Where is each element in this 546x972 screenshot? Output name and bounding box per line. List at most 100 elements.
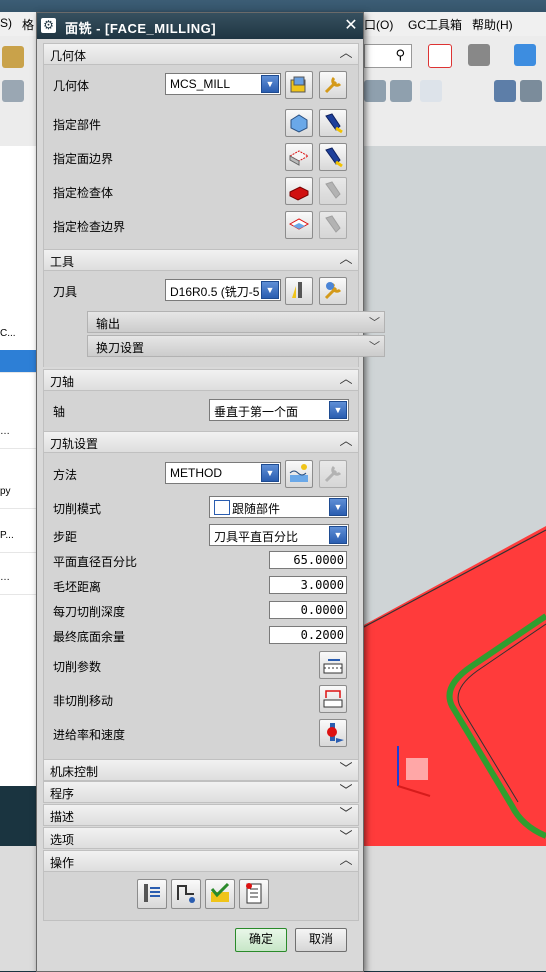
scissors-icon[interactable] [2, 46, 24, 68]
cancel-button[interactable]: 取消 [295, 928, 347, 952]
geometry-select[interactable]: MCS_MILL ▼ [165, 73, 281, 95]
section-actions[interactable]: 操作 ︿ [43, 850, 359, 872]
cube-icon[interactable] [514, 44, 536, 66]
close-icon[interactable]: ✕ [341, 16, 361, 36]
method-value: METHOD [170, 466, 222, 480]
specify-part-label: 指定部件 [53, 118, 102, 132]
display-check-body-button[interactable] [319, 177, 347, 205]
menu-item[interactable]: 格 [22, 16, 34, 33]
flashlight-icon [325, 215, 341, 233]
new-geometry-button[interactable] [285, 71, 313, 99]
view-shade-icon[interactable] [468, 44, 490, 66]
section-geometry[interactable]: 几何体 ︿ [43, 43, 359, 65]
chevron-down-icon[interactable]: ▼ [329, 526, 347, 544]
menu-item[interactable]: 口(O) [364, 16, 393, 33]
flat-diameter-input[interactable]: 65.0000 [269, 551, 347, 569]
flashlight-icon [325, 181, 341, 199]
axis-select[interactable]: 垂直于第一个面 ▼ [209, 399, 349, 421]
chevron-up-icon[interactable]: ︿ [338, 251, 354, 267]
display-check-boundary-button[interactable] [319, 211, 347, 239]
chevron-up-icon[interactable]: ︿ [338, 433, 354, 449]
section-machine-control[interactable]: 机床控制 ﹀ [43, 759, 359, 781]
chevron-down-icon[interactable]: ﹀ [369, 338, 380, 354]
blank-distance-input[interactable]: 3.0000 [269, 576, 347, 594]
tool-icon[interactable] [364, 80, 386, 102]
select-check-boundary-button[interactable] [285, 211, 313, 239]
verify-button[interactable] [205, 879, 235, 909]
graphics-viewport[interactable] [362, 146, 546, 846]
select-check-body-button[interactable] [285, 177, 313, 205]
chevron-down-icon[interactable]: ﹀ [338, 783, 354, 799]
edit-geometry-button[interactable] [319, 71, 347, 99]
verify-icon [210, 882, 230, 902]
cutting-params-button[interactable] [319, 651, 347, 679]
check-icon[interactable] [520, 80, 542, 102]
subsection-tool-change[interactable]: 换刀设置 ﹀ [87, 335, 385, 357]
feeds-speeds-icon [327, 723, 344, 743]
section-tool-axis[interactable]: 刀轴 ︿ [43, 369, 359, 391]
feeds-speeds-button[interactable] [319, 719, 347, 747]
chevron-down-icon[interactable]: ﹀ [338, 761, 354, 777]
section-path-settings[interactable]: 刀轨设置 ︿ [43, 431, 359, 453]
display-face-boundary-button[interactable] [319, 143, 347, 171]
tool-select[interactable]: D16R0.5 (铣刀-5 ▼ [165, 279, 281, 301]
edit-method-button[interactable] [319, 460, 347, 488]
list-item[interactable]: C... [0, 328, 36, 351]
stepover-value: 刀具平直百分比 [214, 530, 299, 544]
non-cutting-moves-button[interactable] [319, 685, 347, 713]
face-milling-dialog: ⚙ 面铣 - [FACE_MILLING] ✕ 几何体 ︿ 几何体 MCS_MI… [36, 12, 385, 972]
method-select[interactable]: METHOD ▼ [165, 462, 281, 484]
document-icon[interactable] [420, 80, 442, 102]
select-face-boundary-button[interactable] [285, 143, 313, 171]
chevron-down-icon[interactable]: ﹀ [338, 806, 354, 822]
measure-icon[interactable] [494, 80, 516, 102]
chevron-down-icon[interactable]: ▼ [329, 401, 347, 419]
stepover-select[interactable]: 刀具平直百分比 ▼ [209, 524, 349, 546]
chevron-down-icon[interactable]: ▼ [261, 464, 279, 482]
list-button[interactable] [239, 879, 269, 909]
tool-icon[interactable] [390, 80, 412, 102]
cut-pattern-select[interactable]: 跟随部件 ▼ [209, 496, 349, 518]
list-item[interactable]: … [0, 426, 36, 449]
menu-item[interactable]: S) [0, 16, 12, 30]
menu-item[interactable]: 帮助(H) [472, 16, 513, 33]
chevron-down-icon[interactable]: ﹀ [369, 314, 380, 330]
fit-view-icon[interactable] [428, 44, 452, 68]
actions-body [43, 872, 359, 921]
chevron-up-icon[interactable]: ︿ [338, 45, 354, 61]
ok-button[interactable]: 确定 [235, 928, 287, 952]
chevron-down-icon[interactable]: ﹀ [338, 829, 354, 845]
method-label: 方法 [53, 468, 78, 482]
section-program[interactable]: 程序 ﹀ [43, 781, 359, 803]
chevron-down-icon[interactable]: ▼ [329, 498, 347, 516]
section-title: 操作 [50, 856, 75, 870]
generate-button[interactable] [137, 879, 167, 909]
axis-label: 轴 [53, 405, 66, 419]
list-item-selected[interactable] [0, 350, 36, 373]
depth-per-cut-input[interactable]: 0.0000 [269, 601, 347, 619]
edit-tool-button[interactable] [319, 277, 347, 305]
select-part-button[interactable] [285, 109, 313, 137]
list-item[interactable]: py [0, 486, 36, 509]
new-method-button[interactable] [285, 460, 313, 488]
list-item[interactable]: … [0, 572, 36, 595]
final-floor-stock-input[interactable]: 0.2000 [269, 626, 347, 644]
search-box[interactable]: ⚲ [364, 44, 412, 68]
subsection-output[interactable]: 输出 ﹀ [87, 311, 385, 333]
list-item[interactable]: P... [0, 530, 36, 553]
replay-button[interactable] [171, 879, 201, 909]
tool-icon[interactable] [2, 80, 24, 102]
section-tool[interactable]: 工具 ︿ [43, 249, 359, 271]
chevron-down-icon[interactable]: ▼ [261, 281, 279, 299]
section-description[interactable]: 描述 ﹀ [43, 804, 359, 826]
section-options[interactable]: 选项 ﹀ [43, 827, 359, 849]
specify-face-boundary-label: 指定面边界 [53, 152, 114, 166]
chevron-down-icon[interactable]: ▼ [261, 75, 279, 93]
tool-label: 刀具 [53, 285, 78, 299]
menu-item[interactable]: GC工具箱 [408, 16, 462, 33]
chevron-up-icon[interactable]: ︿ [338, 852, 354, 868]
check-boundary-icon [288, 218, 310, 230]
chevron-up-icon[interactable]: ︿ [338, 371, 354, 387]
new-tool-button[interactable] [285, 277, 313, 305]
display-part-button[interactable] [319, 109, 347, 137]
